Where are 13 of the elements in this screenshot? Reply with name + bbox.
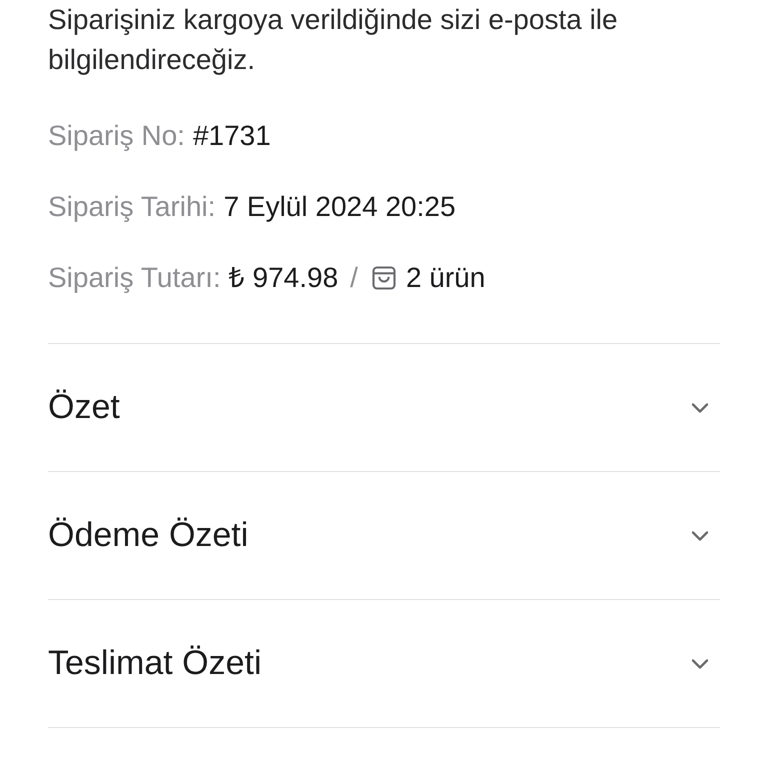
field-label: Sipariş Tarihi: [48,190,216,224]
field-value: ₺ 974.98 [228,260,338,294]
field-label: Sipariş Tutarı: [48,260,221,295]
accordion-header[interactable]: Özet [48,343,720,471]
accordion-header[interactable]: Teslimat Özeti [48,599,720,727]
field-label: Sipariş No: [48,118,185,153]
field-value: #1731 [192,118,271,152]
separator: / [350,260,358,294]
confirmation-message: Siparişiniz kargoya verildiğinde sizi e-posta ile bilgilendireceğiz. [48,3,619,77]
item-count: 2 ürün [406,260,486,294]
field-value: 7 Eylül 2024 20:25 [224,190,456,224]
accordion-header[interactable]: Ödeme Özeti [48,471,720,599]
shopping-bag-icon [370,264,398,292]
